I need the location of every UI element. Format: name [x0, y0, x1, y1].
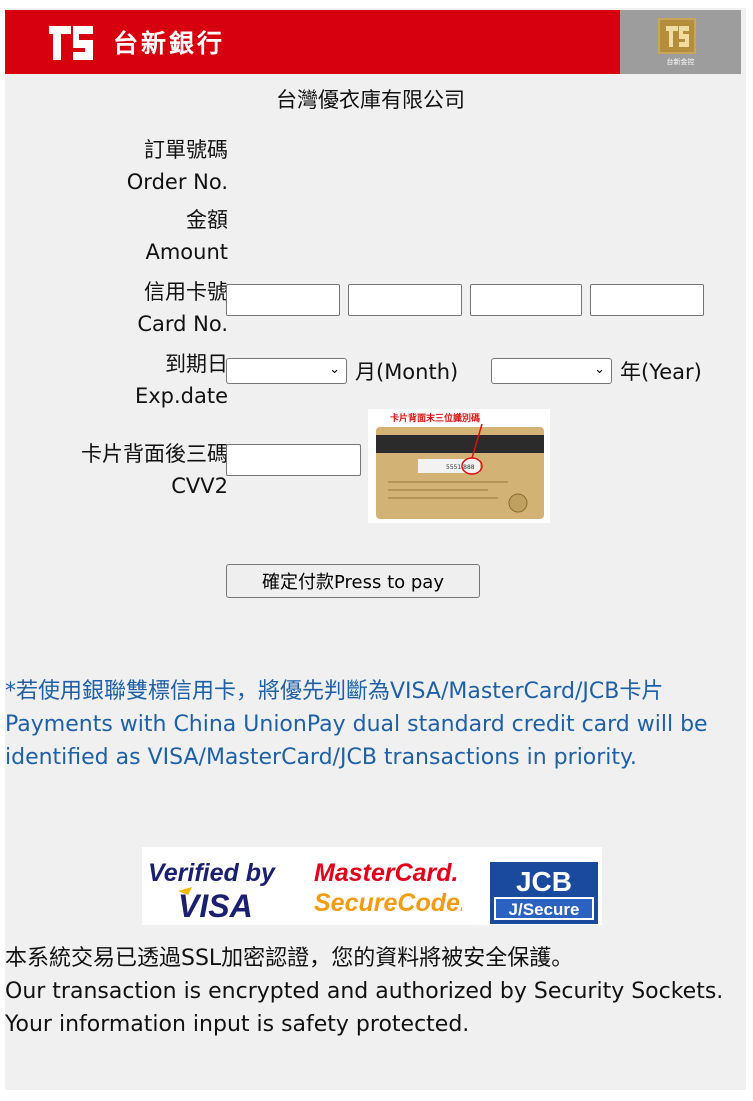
cvv-label-en: CVV2	[171, 474, 228, 498]
order-no-label: 訂單號碼 Order No.	[127, 134, 228, 198]
jcb-line2: J/Secure	[509, 900, 580, 919]
card-number-input-4[interactable]	[590, 284, 704, 316]
ssl-notice-zh: 本系統交易已透過SSL加密認證，您的資料將被安全保護。	[5, 946, 574, 971]
card-back-cvv-image: 5551 888 卡片背面末三位識別碼	[368, 409, 550, 523]
exp-date-label-zh: 到期日	[165, 352, 228, 376]
chevron-down-icon: ⌄	[329, 362, 340, 377]
pay-button[interactable]: 確定付款Press to pay	[226, 564, 480, 598]
card-no-label-en: Card No.	[137, 312, 228, 336]
order-no-label-zh: 訂單號碼	[144, 138, 228, 162]
jcb-line1: JCB	[516, 866, 572, 897]
taishin-logo-icon	[49, 26, 93, 60]
exp-date-label: 到期日 Exp.date	[135, 348, 228, 412]
visa-line2: VISA	[178, 888, 253, 921]
verified-by-visa-logo: Verified by VISA	[148, 859, 276, 921]
holding-logo: 台新金控	[620, 10, 741, 74]
cvv-label-zh: 卡片背面後三碼	[81, 442, 228, 466]
chevron-down-icon: ⌄	[594, 362, 605, 377]
cvv-input[interactable]	[226, 444, 361, 476]
card-no-label: 信用卡號 Card No.	[137, 276, 228, 340]
ssl-notice-en: Our transaction is encrypted and authori…	[5, 979, 724, 1037]
order-no-label-en: Order No.	[126, 170, 228, 194]
security-badges: Verified by VISA MasterCard. SecureCode.…	[142, 847, 602, 925]
amount-label-en: Amount	[145, 240, 228, 264]
card-number-input-3[interactable]	[470, 284, 582, 316]
card-number-input-2[interactable]	[348, 284, 462, 316]
svg-text:5551 888: 5551 888	[446, 464, 475, 471]
exp-date-label-en: Exp.date	[134, 384, 228, 408]
cvv-label: 卡片背面後三碼 CVV2	[81, 438, 228, 502]
holding-emblem-icon	[658, 18, 696, 54]
exp-month-select[interactable]: ⌄	[226, 358, 347, 384]
year-unit-label: 年(Year)	[620, 360, 702, 384]
jcb-jsecure-logo: JCB J/Secure	[490, 862, 598, 924]
merchant-name: 台灣優衣庫有限公司	[276, 88, 465, 112]
card-number-input-1[interactable]	[226, 284, 340, 316]
card-no-label-zh: 信用卡號	[144, 280, 228, 304]
amount-label-zh: 金額	[186, 208, 228, 232]
page-background	[5, 8, 746, 1090]
holding-name: 台新金控	[666, 58, 695, 66]
mastercard-securecode-logo: MasterCard. SecureCode.	[314, 859, 462, 917]
cvv-image-caption: 卡片背面末三位識別碼	[390, 412, 480, 424]
mc-line2: SecureCode.	[314, 889, 462, 917]
header-bar: 台新銀行 台新金控	[5, 10, 741, 74]
visa-line1: Verified by	[148, 859, 276, 887]
bank-name: 台新銀行	[113, 29, 226, 58]
mc-line1: MasterCard.	[314, 859, 459, 887]
exp-year-select[interactable]: ⌄	[491, 358, 612, 384]
amount-label: 金額 Amount	[145, 204, 228, 268]
month-unit-label: 月(Month)	[355, 360, 459, 384]
unionpay-notice: *若使用銀聯雙標信用卡，將優先判斷為VISA/MasterCard/JCB卡片P…	[5, 679, 708, 770]
ssl-notice: 本系統交易已透過SSL加密認證，您的資料將被安全保護。 Our transact…	[5, 942, 740, 1041]
